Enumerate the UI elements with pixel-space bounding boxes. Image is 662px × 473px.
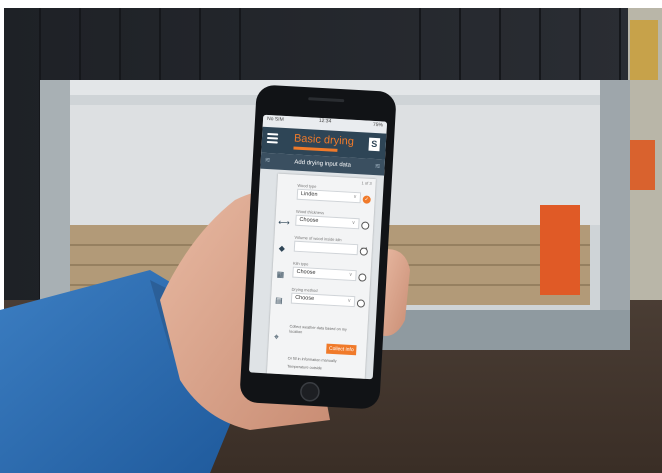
weather-note: Collect weather data based on my locatio… [289,324,347,335]
battery-label: 75% [372,121,384,129]
menu-icon[interactable] [266,132,279,144]
active-tab-indicator [293,146,338,152]
wood-volume-field: Volume of wood inside kiln m³ [293,235,367,256]
thickness-icon: ⟷ [278,217,291,228]
wood-thickness-select[interactable]: Choose ∨ [295,214,360,230]
wood-type-select[interactable]: Linden ∨ [296,188,362,204]
drying-method-icon: ▤ [274,295,283,306]
wood-type-check[interactable]: ✓ [362,195,371,204]
input-card: 1 of 3 Wood type Linden ∨ ✓ ⟷ Wood thickn… [266,173,376,379]
wood-thickness-field: Wood thickness Choose ∨ [295,209,360,230]
wood-type-field: Wood type Linden ∨ [296,183,362,204]
manual-note: Or fill in information manually [287,356,337,364]
status-time: 12:34 [318,117,332,125]
wood-type-icon [280,190,290,200]
cube-icon: ◆ [278,243,286,254]
location-pin-icon: ⌖ [273,331,280,342]
step-indicator: 1 of 3 [361,180,372,186]
collect-info-button[interactable]: Collect info [326,343,357,356]
drying-method-check[interactable] [356,299,366,308]
kiln-type-select[interactable]: Choose ∨ [292,266,357,282]
kiln-type-check[interactable] [358,273,367,282]
chevron-down-icon: ∨ [347,297,352,304]
temperature-label: Temperature outside [287,364,322,371]
carrier-label: No SIM [266,115,284,123]
heat-waves-icon: ≋ [264,156,271,165]
kiln-type-field: Kiln type Choose ∨ [292,261,357,282]
phone-screen: No SIM 12:34 75% m.tfapp.com Basic dryin… [248,114,388,380]
wood-thickness-check[interactable] [361,221,370,230]
chevron-down-icon: ∨ [348,271,353,278]
kiln-icon: ▦ [276,269,285,280]
page-heading: Add drying input data [294,159,352,169]
wood-volume-check[interactable] [359,247,369,256]
chevron-down-icon: ∨ [351,219,356,227]
brand-logo: S [368,137,381,152]
heat-waves-icon: ≋ [374,163,381,171]
drying-method-select[interactable]: Choose ∨ [290,292,356,308]
drying-method-field: Drying method Choose ∨ [290,287,356,308]
wood-volume-input[interactable]: m³ [293,240,367,256]
chevron-down-icon: ∨ [353,193,358,201]
app-title: Basic drying [293,132,355,148]
